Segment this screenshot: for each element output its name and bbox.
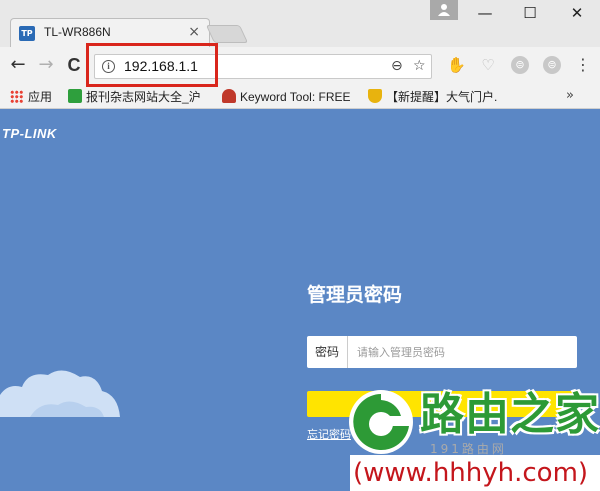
bookmarks-overflow-icon[interactable]: »: [566, 88, 574, 103]
new-tab-button[interactable]: [205, 25, 249, 43]
bookmark-reminder[interactable]: 【新提醒】大气门户.: [368, 88, 497, 106]
green-c-icon: [68, 89, 82, 103]
maximize-button[interactable]: ☐: [518, 3, 542, 23]
tab-close-icon[interactable]: ×: [188, 24, 200, 40]
forward-button[interactable]: →: [36, 55, 56, 75]
tab-title: TL-WR886N: [44, 25, 111, 39]
trophy-icon: [368, 89, 382, 103]
cloud-icon: [0, 370, 120, 417]
minimize-button[interactable]: —: [473, 3, 497, 23]
extension-heart-icon[interactable]: ♡: [479, 56, 497, 74]
tab-strip: TP TL-WR886N × — ☐ ✕: [0, 0, 600, 47]
bookmark-star-icon[interactable]: ☆: [413, 58, 426, 74]
extension-hand-icon[interactable]: ✋: [447, 56, 466, 74]
menu-dots-icon[interactable]: ⋮: [575, 55, 591, 75]
tp-link-favicon-icon: TP: [19, 26, 35, 41]
watermark-url: (www.hhhyh.com): [353, 458, 589, 488]
zoom-icon[interactable]: ⊖: [391, 58, 403, 74]
watermark-logo-icon: [349, 390, 413, 454]
keyword-tool-icon: [222, 89, 236, 103]
tp-link-logo: TP-LINK: [2, 126, 57, 141]
bookmark-keyword-tool[interactable]: Keyword Tool: FREE: [222, 88, 351, 106]
bookmark-apps[interactable]: 应用: [10, 88, 52, 106]
url-highlight-box: [86, 43, 218, 87]
watermark-name: 路由之家: [420, 389, 600, 440]
bookmark-magazines[interactable]: 报刊杂志网站大全_沪: [68, 88, 201, 106]
back-button[interactable]: ←: [8, 55, 28, 75]
extension-circle-icon[interactable]: ⊜: [543, 56, 561, 74]
password-input[interactable]: [349, 336, 575, 368]
apps-grid-icon: [10, 90, 23, 103]
bookmarks-bar: 应用 报刊杂志网站大全_沪 Keyword Tool: FREE 【新提醒】大气…: [0, 85, 600, 109]
person-icon: [438, 4, 450, 16]
password-label: 密码: [307, 336, 348, 368]
password-field-group: 密码: [307, 336, 577, 368]
close-window-button[interactable]: ✕: [565, 3, 589, 23]
extension-circle-icon[interactable]: ⊜: [511, 56, 529, 74]
profile-button[interactable]: [430, 0, 458, 20]
reload-button[interactable]: C: [64, 55, 84, 75]
login-title: 管理员密码: [307, 284, 403, 306]
browser-window: TP TL-WR886N × — ☐ ✕ ← → C i 192.168.1.1…: [0, 0, 600, 491]
